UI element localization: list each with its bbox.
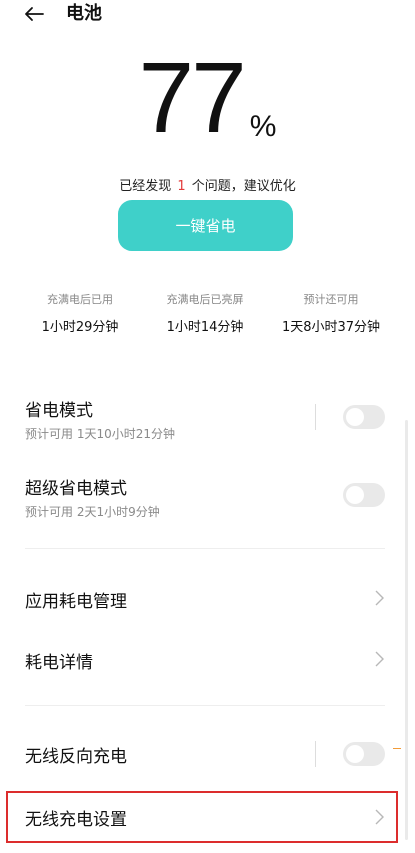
scrollbar[interactable]	[405, 420, 408, 840]
power-saving-mode-title: 省电模式	[25, 401, 93, 421]
chevron-right-icon	[372, 649, 386, 669]
wireless-reverse-charging-row[interactable]: 无线反向充电	[0, 730, 405, 778]
battery-percentage: 77 %	[0, 48, 415, 148]
stat-label-estimated-remaining: 预计还可用	[303, 293, 359, 306]
power-details-row[interactable]: 耗电详情	[0, 636, 405, 682]
highlight-box	[6, 791, 398, 843]
issue-count: 1	[177, 179, 186, 194]
power-saving-mode-row[interactable]: 省电模式 预计可用 1天10小时21分钟	[0, 390, 405, 450]
stat-label-screen-on-since-full: 充满电后已亮屏	[166, 293, 244, 306]
stat-label-used-since-full: 充满电后已用	[47, 293, 113, 306]
chevron-right-icon	[372, 588, 386, 608]
back-button[interactable]	[18, 0, 50, 28]
app-power-management-title: 应用耗电管理	[25, 592, 127, 612]
stat-value-estimated-remaining: 1天8小时37分钟	[281, 320, 381, 335]
row-divider	[315, 741, 316, 767]
battery-percent-value: 77	[138, 42, 247, 154]
arrow-left-icon	[25, 7, 44, 21]
super-power-saving-mode-row[interactable]: 超级省电模式 预计可用 2天1小时9分钟	[0, 468, 405, 528]
stat-value-used-since-full: 1小时29分钟	[41, 320, 119, 335]
power-details-title: 耗电详情	[25, 653, 93, 673]
issue-summary: 已经发现 1 个问题，建议优化	[0, 178, 415, 196]
battery-percent-sign: %	[249, 110, 277, 143]
toggle-knob	[346, 408, 364, 426]
row-divider	[315, 404, 316, 430]
wireless-reverse-charging-title: 无线反向充电	[25, 747, 127, 767]
section-divider	[25, 705, 385, 706]
stat-value-screen-on-since-full: 1小时14分钟	[166, 320, 244, 335]
super-power-saving-mode-title: 超级省电模式	[25, 479, 127, 499]
wireless-reverse-charging-toggle[interactable]	[343, 742, 385, 766]
super-power-saving-mode-toggle[interactable]	[343, 483, 385, 507]
issue-prefix: 已经发现	[119, 179, 172, 194]
power-saving-mode-toggle[interactable]	[343, 405, 385, 429]
section-divider	[25, 548, 385, 549]
accent-mark	[393, 748, 401, 749]
page-title: 电池	[66, 3, 102, 24]
toggle-knob	[346, 486, 364, 504]
issue-suffix: 个问题，建议优化	[191, 179, 296, 194]
toggle-knob	[346, 745, 364, 763]
one-tap-optimize-button[interactable]: 一键省电	[118, 200, 293, 251]
app-power-management-row[interactable]: 应用耗电管理	[0, 575, 405, 621]
super-power-saving-mode-subtitle: 预计可用 2天1小时9分钟	[25, 505, 160, 519]
power-saving-mode-subtitle: 预计可用 1天10小时21分钟	[25, 427, 175, 441]
